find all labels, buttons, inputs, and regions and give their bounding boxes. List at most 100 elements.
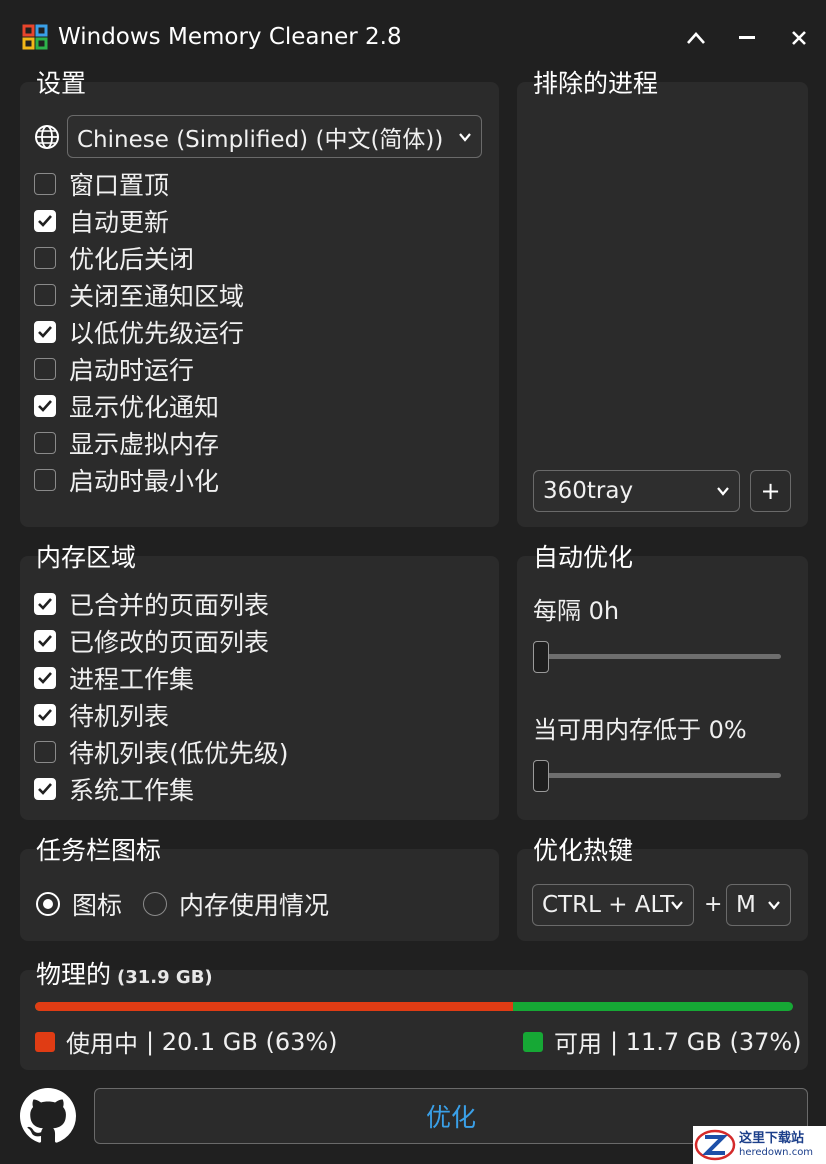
check-icon [38,598,52,610]
settings-option-label: 窗口置顶 [69,171,170,200]
low-memory-label: 当可用内存低于 0% [533,716,747,744]
check-icon [38,709,52,721]
radio-icon[interactable] [143,892,167,916]
settings-option[interactable]: 自动更新 [34,206,169,237]
excluded-processes-title: 排除的进程 [533,69,659,98]
checkbox[interactable] [34,704,56,726]
settings-option-label: 启动时最小化 [69,467,220,496]
interval-slider-thumb[interactable] [533,641,549,673]
window-title: Windows Memory Cleaner 2.8 [58,24,402,50]
low-memory-slider-thumb[interactable] [533,760,549,792]
title-bar: Windows Memory Cleaner 2.8 [0,0,826,70]
language-select-value: Chinese (Simplified) (中文(简体)) [77,126,444,153]
checkbox[interactable] [34,741,56,763]
hotkey-key-select[interactable]: M [726,884,791,926]
physical-memory-heading: 物理的 (31.9 GB) [36,955,213,991]
memory-area-option[interactable]: 待机列表 [34,700,169,731]
process-select[interactable]: 360tray [533,470,740,512]
hotkey-key-value: M [736,892,756,918]
close-button[interactable] [781,20,817,56]
check-icon [38,326,52,338]
settings-option[interactable]: 启动时运行 [34,354,195,385]
process-select-value: 360tray [543,478,634,504]
settings-option[interactable]: 优化后关闭 [34,243,195,274]
chevron-up-icon [687,32,705,44]
settings-option-label: 启动时运行 [69,356,195,385]
close-icon [792,31,806,45]
app-icon [22,24,48,50]
memory-area-option[interactable]: 已修改的页面列表 [34,626,270,657]
hotkey-modifier-select[interactable]: CTRL + ALT [532,884,694,926]
auto-optimize-title: 自动优化 [533,543,634,572]
checkbox[interactable] [34,469,56,491]
chevron-down-icon [768,901,780,910]
excluded-processes-panel [517,82,808,527]
free-color-square [523,1031,543,1052]
free-legend: 可用 | 11.7 GB (37%) [523,1024,802,1059]
optimize-button-label: 优化 [425,1103,476,1132]
watermark: 这里下载站 heredown.com [693,1126,826,1164]
check-icon [38,215,52,227]
memory-area-option[interactable]: 系统工作集 [34,774,195,805]
checkbox[interactable] [34,358,56,380]
settings-option-label: 优化后关闭 [69,245,195,274]
memory-areas-title: 内存区域 [36,543,137,572]
checkbox[interactable] [34,321,56,343]
chevron-down-icon [459,132,471,142]
used-legend: 使用中 | 20.1 GB (63%) [35,1024,338,1059]
memory-area-option-label: 已修改的页面列表 [69,628,270,657]
language-select[interactable]: Chinese (Simplified) (中文(简体)) [67,115,482,158]
settings-option[interactable]: 窗口置顶 [34,169,170,200]
chevron-down-icon [717,487,729,496]
check-icon [38,672,52,684]
interval-slider-track[interactable] [533,654,781,659]
tray-option-icon-label: 图标 [72,891,123,920]
memory-area-option-label: 已合并的页面列表 [69,591,270,620]
used-label: 使用中 [66,1030,138,1058]
memory-area-option[interactable]: 待机列表(低优先级) [34,737,289,768]
chevron-down-icon [671,901,683,910]
used-color-square [35,1031,55,1052]
memory-area-option-label: 待机列表(低优先级) [69,739,289,768]
memory-area-option[interactable]: 进程工作集 [34,663,195,694]
github-icon[interactable] [20,1088,76,1144]
checkbox[interactable] [34,432,56,454]
checkbox[interactable] [34,778,56,800]
settings-option[interactable]: 关闭至通知区域 [34,280,244,311]
check-icon [38,635,52,647]
interval-label: 每隔 0h [533,597,620,625]
settings-option[interactable]: 以低优先级运行 [34,317,245,348]
checkbox[interactable] [34,593,56,615]
tray-option-memory-usage[interactable]: 内存使用情况 [143,889,330,920]
low-memory-slider-track[interactable] [533,773,781,778]
radio-icon[interactable] [36,892,60,916]
tray-option-icon[interactable]: 图标 [36,889,123,920]
settings-option[interactable]: 显示优化通知 [34,391,220,422]
checkbox[interactable] [34,247,56,269]
collapse-button[interactable] [678,20,714,56]
watermark-site: heredown.com [739,1147,814,1158]
checkbox[interactable] [34,630,56,652]
checkbox[interactable] [34,395,56,417]
checkbox[interactable] [34,173,56,195]
tray-option-memory-usage-label: 内存使用情况 [179,891,330,920]
minimize-button[interactable] [729,20,765,56]
settings-option-label: 显示优化通知 [69,393,220,422]
free-label: 可用 [554,1030,602,1058]
settings-option[interactable]: 显示虚拟内存 [34,428,219,459]
hotkey-title: 优化热键 [533,836,634,865]
checkbox[interactable] [34,667,56,689]
memory-area-option-label: 系统工作集 [69,776,195,805]
used-value: | 20.1 GB (63%) [146,1027,338,1056]
checkbox[interactable] [34,284,56,306]
checkbox[interactable] [34,210,56,232]
watermark-text: 这里下载站 [739,1131,805,1146]
globe-icon [34,124,60,150]
memory-area-option[interactable]: 已合并的页面列表 [34,589,270,620]
settings-option-label: 以低优先级运行 [69,319,245,348]
settings-option[interactable]: 启动时最小化 [34,465,220,496]
memory-area-option-label: 进程工作集 [69,665,195,694]
watermark-logo-icon [694,1129,736,1161]
memory-usage-bar-used [35,1002,513,1011]
add-process-button[interactable]: + [750,470,791,512]
